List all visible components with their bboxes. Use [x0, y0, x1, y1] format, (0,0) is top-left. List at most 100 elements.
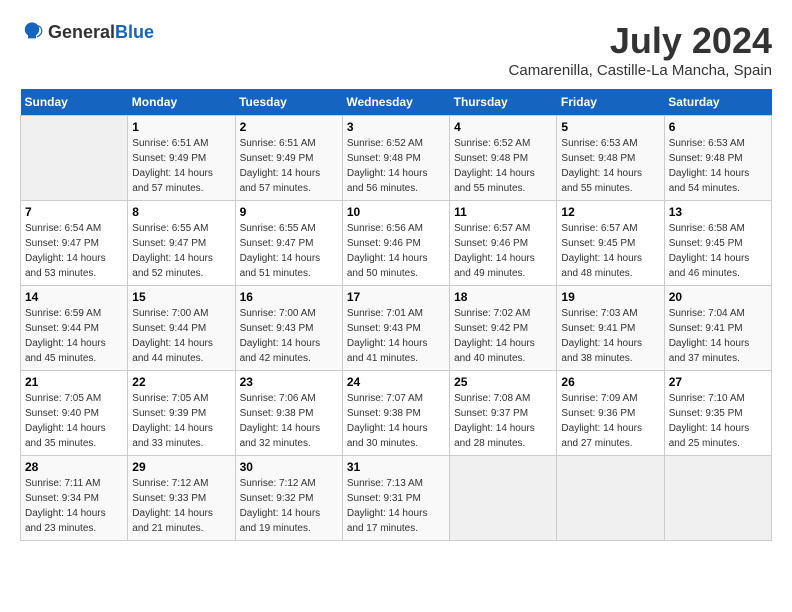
day-header-friday: Friday [557, 89, 664, 116]
daylight-text: Daylight: 14 hours and 27 minutes. [561, 423, 642, 449]
daylight-text: Daylight: 14 hours and 48 minutes. [561, 253, 642, 279]
sunrise-text: Sunrise: 7:01 AM [347, 308, 423, 319]
sunset-text: Sunset: 9:48 PM [454, 153, 528, 164]
sunrise-text: Sunrise: 7:06 AM [240, 393, 316, 404]
daylight-text: Daylight: 14 hours and 40 minutes. [454, 338, 535, 364]
day-info: Sunrise: 7:04 AM Sunset: 9:41 PM Dayligh… [669, 306, 767, 366]
daylight-text: Daylight: 14 hours and 41 minutes. [347, 338, 428, 364]
day-number: 21 [25, 375, 123, 389]
calendar-cell: 19 Sunrise: 7:03 AM Sunset: 9:41 PM Dayl… [557, 286, 664, 371]
calendar-cell: 1 Sunrise: 6:51 AM Sunset: 9:49 PM Dayli… [128, 116, 235, 201]
day-info: Sunrise: 6:54 AM Sunset: 9:47 PM Dayligh… [25, 221, 123, 281]
day-number: 13 [669, 205, 767, 219]
day-info: Sunrise: 6:52 AM Sunset: 9:48 PM Dayligh… [347, 136, 445, 196]
day-number: 25 [454, 375, 552, 389]
daylight-text: Daylight: 14 hours and 54 minutes. [669, 168, 750, 194]
calendar-cell: 8 Sunrise: 6:55 AM Sunset: 9:47 PM Dayli… [128, 201, 235, 286]
sunrise-text: Sunrise: 7:12 AM [132, 478, 208, 489]
logo-blue: Blue [115, 22, 154, 42]
sunrise-text: Sunrise: 7:00 AM [240, 308, 316, 319]
sunset-text: Sunset: 9:44 PM [132, 323, 206, 334]
calendar-cell: 22 Sunrise: 7:05 AM Sunset: 9:39 PM Dayl… [128, 371, 235, 456]
day-info: Sunrise: 6:53 AM Sunset: 9:48 PM Dayligh… [669, 136, 767, 196]
sunrise-text: Sunrise: 7:00 AM [132, 308, 208, 319]
calendar-table: SundayMondayTuesdayWednesdayThursdayFrid… [20, 89, 772, 541]
daylight-text: Daylight: 14 hours and 44 minutes. [132, 338, 213, 364]
calendar-cell: 30 Sunrise: 7:12 AM Sunset: 9:32 PM Dayl… [235, 456, 342, 541]
calendar-cell: 9 Sunrise: 6:55 AM Sunset: 9:47 PM Dayli… [235, 201, 342, 286]
logo: GeneralBlue [20, 20, 154, 44]
calendar-week-row: 14 Sunrise: 6:59 AM Sunset: 9:44 PM Dayl… [21, 286, 772, 371]
sunset-text: Sunset: 9:47 PM [240, 238, 314, 249]
day-header-sunday: Sunday [21, 89, 128, 116]
sunset-text: Sunset: 9:46 PM [454, 238, 528, 249]
day-info: Sunrise: 6:51 AM Sunset: 9:49 PM Dayligh… [240, 136, 338, 196]
calendar-cell: 4 Sunrise: 6:52 AM Sunset: 9:48 PM Dayli… [450, 116, 557, 201]
sunrise-text: Sunrise: 6:53 AM [561, 138, 637, 149]
sunset-text: Sunset: 9:45 PM [561, 238, 635, 249]
day-info: Sunrise: 6:51 AM Sunset: 9:49 PM Dayligh… [132, 136, 230, 196]
sunrise-text: Sunrise: 6:55 AM [132, 223, 208, 234]
daylight-text: Daylight: 14 hours and 17 minutes. [347, 508, 428, 534]
calendar-week-row: 28 Sunrise: 7:11 AM Sunset: 9:34 PM Dayl… [21, 456, 772, 541]
calendar-week-row: 1 Sunrise: 6:51 AM Sunset: 9:49 PM Dayli… [21, 116, 772, 201]
calendar-cell: 17 Sunrise: 7:01 AM Sunset: 9:43 PM Dayl… [342, 286, 449, 371]
calendar-cell: 29 Sunrise: 7:12 AM Sunset: 9:33 PM Dayl… [128, 456, 235, 541]
daylight-text: Daylight: 14 hours and 23 minutes. [25, 508, 106, 534]
calendar-cell: 11 Sunrise: 6:57 AM Sunset: 9:46 PM Dayl… [450, 201, 557, 286]
sunset-text: Sunset: 9:48 PM [347, 153, 421, 164]
daylight-text: Daylight: 14 hours and 52 minutes. [132, 253, 213, 279]
sunrise-text: Sunrise: 6:52 AM [347, 138, 423, 149]
day-number: 3 [347, 120, 445, 134]
daylight-text: Daylight: 14 hours and 35 minutes. [25, 423, 106, 449]
day-number: 5 [561, 120, 659, 134]
sunset-text: Sunset: 9:35 PM [669, 408, 743, 419]
sunset-text: Sunset: 9:32 PM [240, 493, 314, 504]
title-block: July 2024 Camarenilla, Castille-La Manch… [509, 20, 772, 79]
sunset-text: Sunset: 9:41 PM [561, 323, 635, 334]
daylight-text: Daylight: 14 hours and 50 minutes. [347, 253, 428, 279]
sunrise-text: Sunrise: 7:11 AM [25, 478, 100, 489]
daylight-text: Daylight: 14 hours and 32 minutes. [240, 423, 321, 449]
day-number: 31 [347, 460, 445, 474]
day-info: Sunrise: 7:06 AM Sunset: 9:38 PM Dayligh… [240, 391, 338, 451]
day-number: 8 [132, 205, 230, 219]
day-number: 15 [132, 290, 230, 304]
daylight-text: Daylight: 14 hours and 25 minutes. [669, 423, 750, 449]
calendar-cell: 13 Sunrise: 6:58 AM Sunset: 9:45 PM Dayl… [664, 201, 771, 286]
day-number: 30 [240, 460, 338, 474]
day-info: Sunrise: 7:13 AM Sunset: 9:31 PM Dayligh… [347, 476, 445, 536]
sunrise-text: Sunrise: 7:02 AM [454, 308, 530, 319]
calendar-cell: 18 Sunrise: 7:02 AM Sunset: 9:42 PM Dayl… [450, 286, 557, 371]
sunrise-text: Sunrise: 6:55 AM [240, 223, 316, 234]
calendar-week-row: 21 Sunrise: 7:05 AM Sunset: 9:40 PM Dayl… [21, 371, 772, 456]
sunrise-text: Sunrise: 7:13 AM [347, 478, 423, 489]
daylight-text: Daylight: 14 hours and 51 minutes. [240, 253, 321, 279]
calendar-week-row: 7 Sunrise: 6:54 AM Sunset: 9:47 PM Dayli… [21, 201, 772, 286]
sunrise-text: Sunrise: 6:59 AM [25, 308, 101, 319]
calendar-cell: 15 Sunrise: 7:00 AM Sunset: 9:44 PM Dayl… [128, 286, 235, 371]
day-header-thursday: Thursday [450, 89, 557, 116]
logo-general: General [48, 22, 115, 42]
daylight-text: Daylight: 14 hours and 55 minutes. [454, 168, 535, 194]
sunrise-text: Sunrise: 7:09 AM [561, 393, 637, 404]
sunset-text: Sunset: 9:48 PM [561, 153, 635, 164]
sunrise-text: Sunrise: 7:05 AM [132, 393, 208, 404]
sunset-text: Sunset: 9:38 PM [240, 408, 314, 419]
calendar-cell: 25 Sunrise: 7:08 AM Sunset: 9:37 PM Dayl… [450, 371, 557, 456]
day-number: 20 [669, 290, 767, 304]
daylight-text: Daylight: 14 hours and 46 minutes. [669, 253, 750, 279]
daylight-text: Daylight: 14 hours and 57 minutes. [132, 168, 213, 194]
daylight-text: Daylight: 14 hours and 56 minutes. [347, 168, 428, 194]
calendar-header-row: SundayMondayTuesdayWednesdayThursdayFrid… [21, 89, 772, 116]
location-title: Camarenilla, Castille-La Mancha, Spain [509, 62, 772, 79]
day-number: 26 [561, 375, 659, 389]
sunset-text: Sunset: 9:47 PM [25, 238, 99, 249]
sunset-text: Sunset: 9:40 PM [25, 408, 99, 419]
day-info: Sunrise: 7:08 AM Sunset: 9:37 PM Dayligh… [454, 391, 552, 451]
day-info: Sunrise: 7:12 AM Sunset: 9:33 PM Dayligh… [132, 476, 230, 536]
day-number: 28 [25, 460, 123, 474]
sunset-text: Sunset: 9:31 PM [347, 493, 421, 504]
day-info: Sunrise: 7:07 AM Sunset: 9:38 PM Dayligh… [347, 391, 445, 451]
calendar-cell: 16 Sunrise: 7:00 AM Sunset: 9:43 PM Dayl… [235, 286, 342, 371]
